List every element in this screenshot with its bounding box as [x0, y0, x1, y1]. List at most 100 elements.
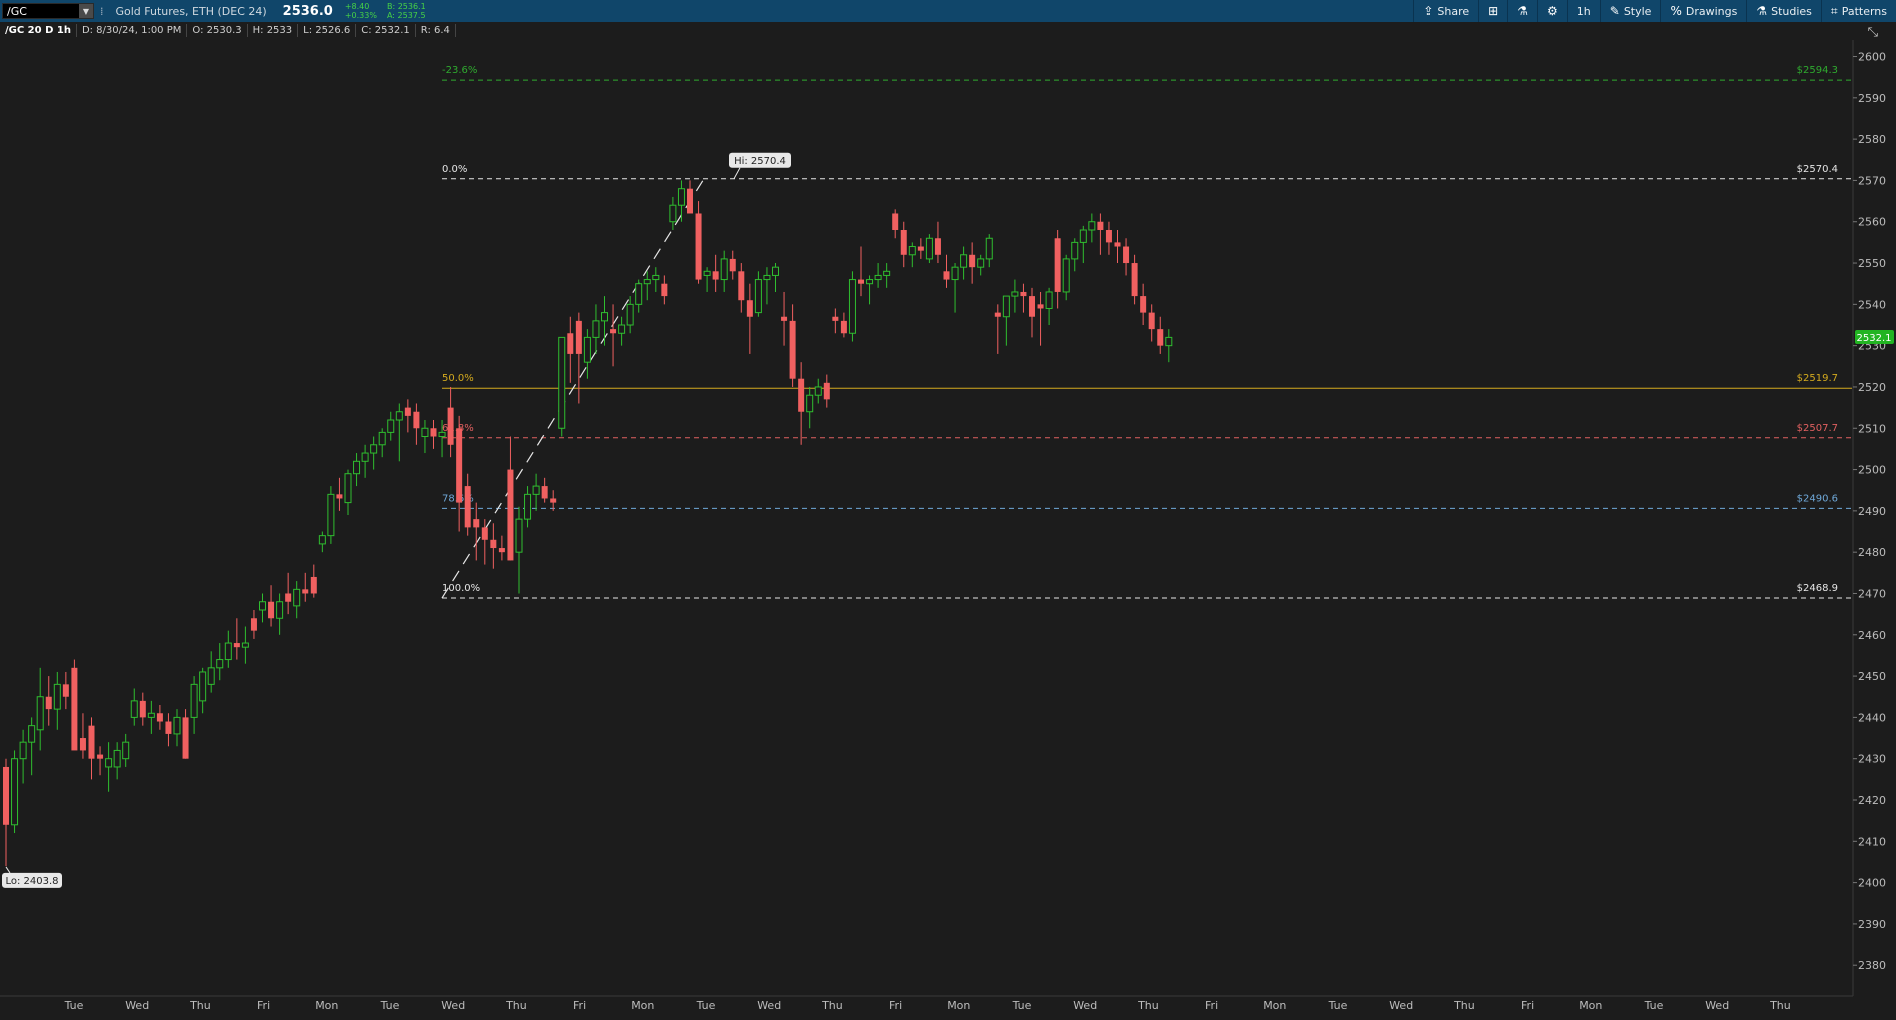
x-tick-label: Thu [1137, 999, 1159, 1012]
candle-up [327, 493, 335, 537]
candle-up [1088, 221, 1096, 231]
candle-down [892, 213, 899, 230]
candle-up [515, 518, 523, 553]
candle-down [943, 271, 950, 280]
y-tick-label: 2420 [1858, 794, 1886, 807]
fibonacci-retracement[interactable]: -23.6%$2594.30.0%$2570.450.0%$2519.761.8… [441, 65, 1852, 599]
x-tick-label: Fri [889, 999, 902, 1012]
candle-up [318, 535, 326, 545]
x-tick-label: Wed [1705, 999, 1729, 1012]
candle-up [276, 601, 284, 619]
candle-up [677, 188, 685, 206]
x-tick-label: Wed [1389, 999, 1413, 1012]
candle-down [447, 407, 454, 445]
candle-up [925, 237, 933, 260]
fib-level-price: $2570.4 [1797, 164, 1838, 175]
candle-up [241, 642, 249, 648]
candle-down [789, 320, 796, 379]
y-tick-label: 2400 [1858, 877, 1886, 890]
y-tick-label: 2470 [1858, 587, 1886, 600]
candle-up [105, 758, 113, 768]
candle-down [45, 696, 52, 710]
candle-up [1071, 241, 1079, 260]
x-tick-label: Mon [631, 999, 654, 1012]
candle-up [874, 274, 882, 281]
candle-up [592, 320, 600, 338]
candle-down [62, 684, 69, 697]
x-tick-label: Fri [573, 999, 586, 1012]
y-tick-label: 2480 [1858, 546, 1886, 559]
y-tick-label: 2490 [1858, 505, 1886, 518]
candle-up [199, 671, 207, 702]
candle-up [387, 419, 395, 433]
y-tick-label: 2550 [1858, 257, 1886, 270]
x-tick-label: Tue [1644, 999, 1664, 1012]
candle-down [969, 254, 976, 268]
time-axis[interactable]: Tue Wed Thu Fri Mon Tue Wed Thu Fri Mon Tue Wed Thu F… [64, 999, 1791, 1012]
x-tick-label: Wed [125, 999, 149, 1012]
price-axis[interactable]: 2380 2390 2400 2410 2420 2430 2440 2450 2460 2470… [1853, 51, 1886, 973]
candle-up [130, 700, 138, 718]
x-tick-label: Fri [1205, 999, 1218, 1012]
candle-up [113, 749, 121, 768]
candle-up [524, 493, 532, 520]
y-tick-label: 2570 [1858, 174, 1886, 187]
fib-level-price: $2519.7 [1797, 373, 1838, 384]
candle-up [293, 588, 301, 607]
fib-level-price: $2507.7 [1797, 423, 1838, 434]
y-tick-label: 2380 [1858, 959, 1886, 972]
candle-up [1165, 336, 1173, 347]
candle-down [610, 329, 617, 334]
candle-down [1131, 263, 1138, 297]
x-tick-label: Tue [1012, 999, 1032, 1012]
price-chart[interactable]: -23.6%$2594.30.0%$2570.450.0%$2519.761.8… [0, 0, 1896, 1020]
y-tick-label: 2410 [1858, 835, 1886, 848]
candle-down [139, 700, 146, 718]
x-tick-label: Wed [1073, 999, 1097, 1012]
candle-up [259, 601, 266, 611]
candle-up [147, 712, 155, 718]
candle-down [1140, 296, 1147, 313]
candle-down [498, 548, 505, 553]
candle-up [754, 279, 762, 314]
y-tick-label: 2540 [1858, 298, 1886, 311]
candle-down [88, 725, 95, 759]
candle-up [558, 336, 566, 429]
candle-up [601, 312, 608, 322]
candle-up [583, 336, 591, 363]
candle-up [951, 266, 959, 281]
x-tick-label: Fri [257, 999, 270, 1012]
candle-up [618, 324, 626, 334]
candle-up [216, 659, 224, 669]
x-tick-label: Wed [757, 999, 781, 1012]
candle-up [763, 274, 771, 281]
candle-up [378, 431, 386, 446]
candle-up [353, 460, 361, 475]
candle-down [781, 316, 788, 321]
candle-up [122, 741, 130, 760]
candle-down [182, 717, 189, 759]
x-tick-label: Mon [1579, 999, 1602, 1012]
fib-level-price: $2468.9 [1797, 583, 1838, 594]
candle-down [413, 411, 420, 429]
candle-down [490, 539, 497, 549]
candle-up [960, 254, 968, 268]
candle-up [626, 303, 634, 326]
fib-level-percent: -23.6% [442, 65, 477, 76]
candle-down [336, 494, 343, 499]
y-tick-label: 2590 [1858, 92, 1886, 105]
candle-down [310, 576, 317, 594]
candle-up [19, 741, 27, 760]
candle-up [652, 274, 660, 281]
candle-up [1062, 258, 1070, 293]
candle-down [823, 382, 830, 400]
candle-down [1157, 329, 1164, 346]
candle-up [395, 411, 403, 421]
y-tick-label: 2460 [1858, 629, 1886, 642]
candle-up [53, 683, 61, 710]
x-tick-label: Mon [1263, 999, 1286, 1012]
candle-down [404, 407, 411, 416]
candle-up [28, 725, 36, 743]
x-tick-label: Thu [505, 999, 527, 1012]
fib-level-percent: 50.0% [442, 373, 474, 384]
